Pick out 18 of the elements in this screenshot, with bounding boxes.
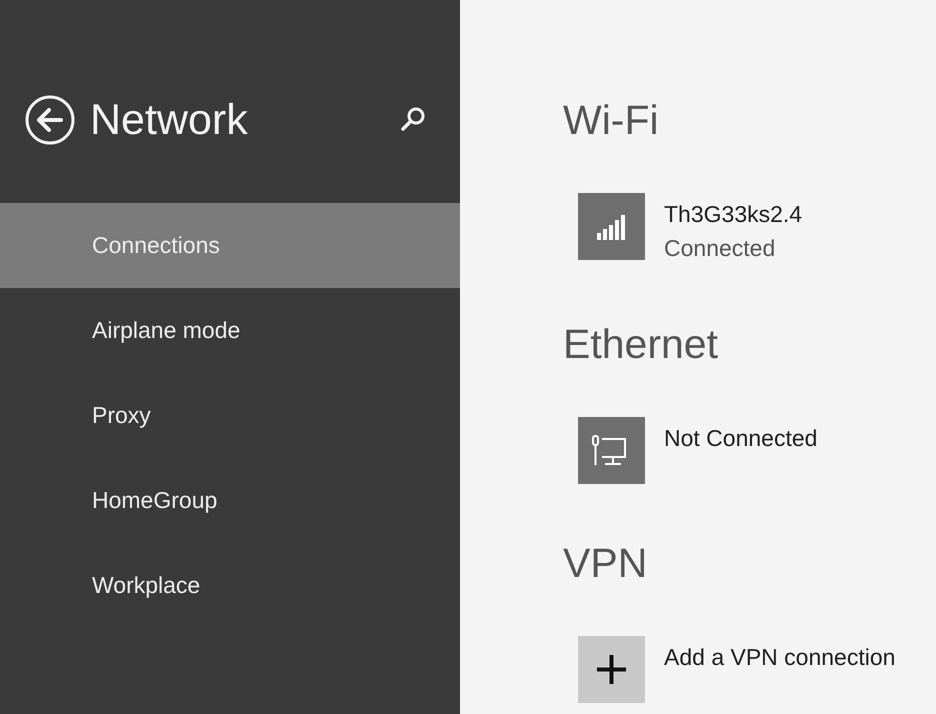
- plus-icon[interactable]: [578, 636, 645, 703]
- back-icon[interactable]: [25, 95, 75, 145]
- signal-bars-icon[interactable]: [578, 193, 645, 260]
- connection-status: Connected: [664, 234, 776, 263]
- add-vpn-label: Add a VPN connection: [664, 643, 896, 672]
- page-title: Network: [90, 95, 248, 145]
- nav-item[interactable]: Airplane mode: [0, 288, 460, 373]
- connection-status: Not Connected: [664, 424, 818, 453]
- section-heading: VPN: [563, 539, 648, 588]
- section-heading: Ethernet: [563, 320, 719, 369]
- search-icon[interactable]: [400, 106, 426, 132]
- wired-computer-icon[interactable]: [578, 417, 645, 484]
- network-name: Th3G33ks2.4: [664, 200, 802, 229]
- nav-item[interactable]: HomeGroup: [0, 458, 460, 543]
- nav-item[interactable]: Connections: [0, 203, 460, 288]
- nav-item[interactable]: Proxy: [0, 373, 460, 458]
- section-heading: Wi-Fi: [563, 96, 660, 145]
- nav-item[interactable]: Workplace: [0, 543, 460, 628]
